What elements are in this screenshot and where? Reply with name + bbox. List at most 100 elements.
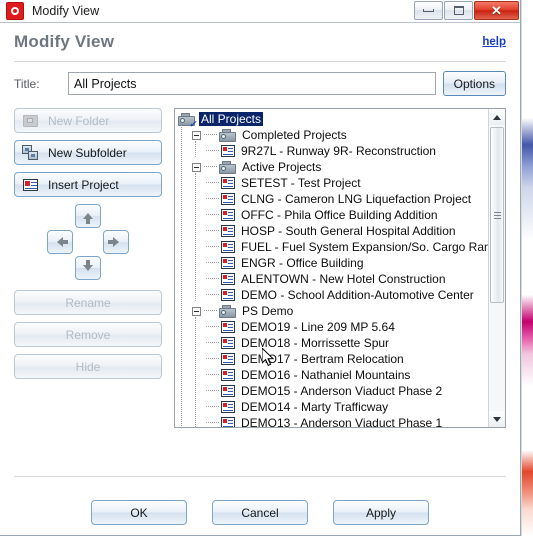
insert-project-icon [22, 177, 40, 193]
tree-node-label: OFFC - Phila Office Building Addition [241, 208, 438, 222]
tree-node[interactable]: Completed Projects [178, 127, 488, 143]
window-title: Modify View [32, 4, 100, 18]
modify-view-dialog: Modify View ✕ Modify View help Title: Op… [0, 0, 521, 536]
tree-node-label: FUEL - Fuel System Expansion/So. Cargo R… [241, 240, 488, 254]
tree-node[interactable]: ENGR - Office Building [178, 255, 488, 271]
tree-collapse-icon[interactable] [192, 130, 201, 140]
tree-connector [206, 294, 219, 296]
dialog-content: Modify View help Title: Options New Fold… [0, 22, 520, 535]
maximize-button[interactable] [444, 1, 473, 20]
tree-node-label: DEMO13 - Anderson Viaduct Phase 1 [241, 416, 443, 427]
tree-node[interactable]: ✓ All Projects [178, 111, 488, 128]
tree-node[interactable]: DEMO - School Addition-Automotive Center [178, 287, 488, 303]
tree-node-label: DEMO15 - Anderson Viaduct Phase 2 [241, 384, 443, 398]
tree-connector [206, 214, 219, 216]
help-link[interactable]: help [482, 36, 506, 48]
tree-node[interactable]: DEMO15 - Anderson Viaduct Phase 2 [178, 383, 488, 399]
apply-button[interactable]: Apply [333, 500, 429, 525]
tree-node-label: DEMO16 - Nathaniel Mountains [241, 368, 411, 382]
close-button[interactable]: ✕ [474, 1, 519, 20]
new-subfolder-button[interactable]: New Subfolder [14, 140, 162, 165]
scroll-up-button[interactable] [489, 109, 505, 125]
page-title: Modify View [14, 32, 115, 51]
tree-collapse-icon[interactable] [192, 162, 201, 172]
tree-node[interactable]: DEMO14 - Marty Trafficway [178, 399, 488, 415]
tree-node-label: 9R27L - Runway 9R- Reconstruction [241, 144, 436, 158]
header-row: Modify View help [0, 23, 520, 61]
project-item-icon [221, 337, 235, 349]
project-tree[interactable]: ✓ All Projects Completed Projects 9R27L - R… [175, 109, 488, 427]
tree-connector [206, 198, 219, 200]
tree-node[interactable]: FUEL - Fuel System Expansion/So. Cargo R… [178, 239, 488, 255]
project-item-icon [221, 385, 235, 397]
arrow-down-icon [83, 260, 93, 271]
tree-guide-line [181, 125, 183, 427]
tree-node-label: HOSP - South General Hospital Addition [241, 224, 456, 238]
ok-button[interactable]: OK [91, 500, 187, 525]
insert-project-button[interactable]: Insert Project [14, 172, 162, 197]
tree-node[interactable]: DEMO17 - Bertram Relocation [178, 351, 488, 367]
remove-button[interactable]: Remove [14, 322, 162, 347]
move-arrow-pad [14, 204, 162, 282]
move-down-button[interactable] [75, 256, 101, 280]
new-subfolder-icon [22, 144, 40, 161]
tree-collapse-icon[interactable] [192, 306, 201, 316]
tree-node[interactable]: DEMO18 - Morrissette Spur [178, 335, 488, 351]
project-item-icon [221, 401, 235, 413]
tree-connector [206, 406, 219, 408]
tree-node[interactable]: 9R27L - Runway 9R- Reconstruction [178, 143, 488, 159]
tree-guide-line [195, 317, 197, 427]
scrollbar-thumb[interactable] [490, 127, 504, 303]
tree-node[interactable]: CLNG - Cameron LNG Liquefaction Project [178, 191, 488, 207]
tree-node[interactable]: PS Demo [178, 303, 488, 319]
tree-node-label: All Projects [199, 112, 264, 126]
tree-node[interactable]: OFFC - Phila Office Building Addition [178, 207, 488, 223]
hide-button[interactable]: Hide [14, 354, 162, 379]
tree-connector [206, 422, 219, 424]
tree-node-label: Active Projects [242, 160, 322, 174]
tree-node[interactable]: DEMO16 - Nathaniel Mountains [178, 367, 488, 383]
tree-connector [206, 374, 219, 376]
main-area: New Folder New Subfolder Insert Project [0, 96, 520, 428]
scrollbar-grip-icon [494, 212, 501, 219]
left-button-panel: New Folder New Subfolder Insert Project [14, 108, 174, 426]
scroll-down-button[interactable] [489, 411, 505, 427]
move-up-button[interactable] [75, 204, 101, 228]
tree-node[interactable]: HOSP - South General Hospital Addition [178, 223, 488, 239]
project-item-icon [221, 273, 235, 285]
tree-node[interactable]: DEMO13 - Anderson Viaduct Phase 1 [178, 415, 488, 427]
tree-node[interactable]: DEMO19 - Line 209 MP 5.64 [178, 319, 488, 335]
scroll-down-icon [493, 416, 501, 422]
options-button[interactable]: Options [442, 71, 506, 96]
tree-guide-line [195, 173, 197, 301]
move-right-button[interactable] [103, 230, 129, 254]
tree-node-label: DEMO18 - Morrissette Spur [241, 336, 390, 350]
title-input[interactable] [68, 72, 436, 95]
new-folder-button[interactable]: New Folder [14, 108, 162, 133]
tree-node[interactable]: SETEST - Test Project [178, 175, 488, 191]
project-item-icon [221, 289, 235, 301]
minimize-button[interactable] [414, 1, 443, 20]
tree-connector [204, 134, 217, 136]
project-item-icon [221, 209, 235, 221]
tree-node[interactable]: ALENTOWN - New Hotel Construction [178, 271, 488, 287]
background-right-divider [521, 0, 522, 536]
project-item-icon [221, 177, 235, 189]
tree-node-label: SETEST - Test Project [241, 176, 361, 190]
tree-connector [206, 262, 219, 264]
project-group-icon [219, 160, 236, 174]
project-item-icon [221, 257, 235, 269]
cancel-button[interactable]: Cancel [212, 500, 308, 525]
new-subfolder-label: New Subfolder [48, 145, 127, 160]
maximize-icon [453, 6, 464, 15]
title-label: Title: [14, 76, 40, 91]
arrow-right-icon [108, 237, 119, 247]
tree-connector [206, 278, 219, 280]
move-left-button[interactable] [47, 230, 73, 254]
tree-vertical-scrollbar[interactable] [488, 109, 505, 427]
tree-connector [206, 326, 219, 328]
project-item-icon [221, 225, 235, 237]
rename-button[interactable]: Rename [14, 290, 162, 315]
hide-label: Hide [75, 359, 101, 374]
tree-node[interactable]: Active Projects [178, 159, 488, 175]
